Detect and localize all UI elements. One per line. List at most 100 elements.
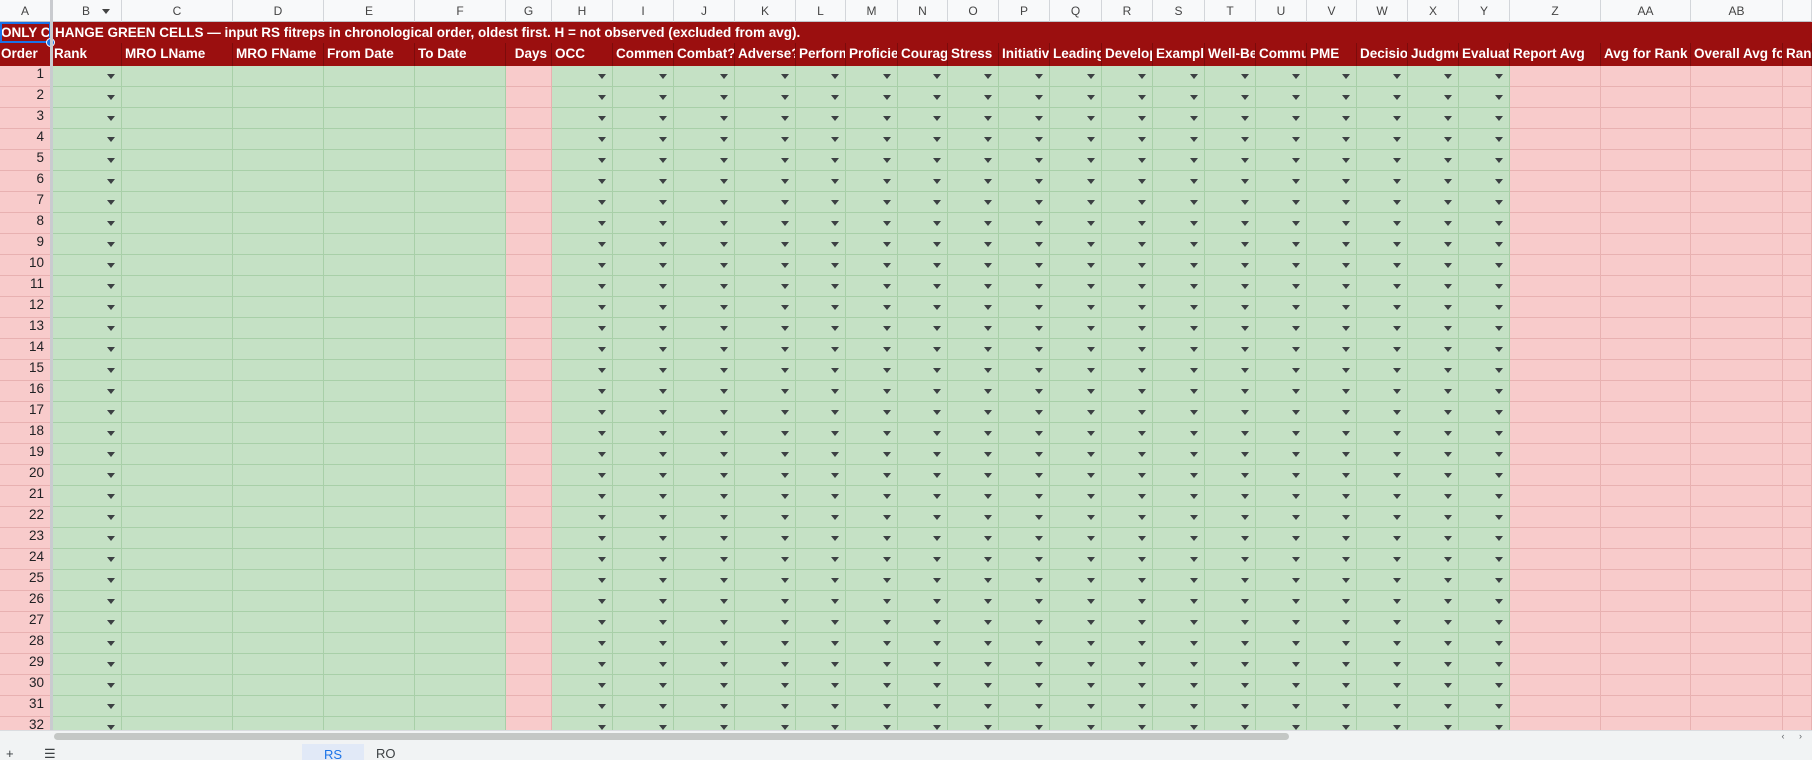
data-cell[interactable] bbox=[1050, 255, 1102, 276]
data-cell[interactable] bbox=[735, 549, 796, 570]
dropdown-arrow-icon[interactable] bbox=[1444, 683, 1452, 688]
data-cell[interactable] bbox=[415, 612, 506, 633]
data-cell[interactable] bbox=[735, 381, 796, 402]
dropdown-arrow-icon[interactable] bbox=[781, 536, 789, 541]
dropdown-arrow-icon[interactable] bbox=[1190, 452, 1198, 457]
dropdown-arrow-icon[interactable] bbox=[598, 599, 606, 604]
dropdown-arrow-icon[interactable] bbox=[1393, 284, 1401, 289]
data-cell[interactable] bbox=[898, 66, 948, 87]
dropdown-arrow-icon[interactable] bbox=[1495, 137, 1503, 142]
data-cell[interactable] bbox=[846, 276, 898, 297]
data-cell[interactable] bbox=[506, 696, 552, 717]
dropdown-arrow-icon[interactable] bbox=[659, 95, 667, 100]
data-cell[interactable] bbox=[999, 87, 1050, 108]
dropdown-arrow-icon[interactable] bbox=[720, 452, 728, 457]
data-cell[interactable] bbox=[898, 591, 948, 612]
data-cell[interactable] bbox=[1050, 381, 1102, 402]
dropdown-arrow-icon[interactable] bbox=[1444, 431, 1452, 436]
header-commen[interactable]: Commen bbox=[613, 43, 674, 66]
dropdown-arrow-icon[interactable] bbox=[933, 389, 941, 394]
data-cell[interactable] bbox=[948, 486, 999, 507]
data-cell[interactable] bbox=[1601, 570, 1691, 591]
data-cell[interactable] bbox=[1783, 717, 1812, 730]
data-cell[interactable] bbox=[1205, 486, 1256, 507]
dropdown-arrow-icon[interactable] bbox=[1292, 389, 1300, 394]
data-cell[interactable] bbox=[948, 297, 999, 318]
data-cell[interactable] bbox=[552, 675, 613, 696]
data-cell[interactable] bbox=[1408, 423, 1459, 444]
dropdown-arrow-icon[interactable] bbox=[883, 95, 891, 100]
data-cell[interactable] bbox=[1256, 318, 1307, 339]
dropdown-arrow-icon[interactable] bbox=[781, 452, 789, 457]
data-cell[interactable] bbox=[898, 402, 948, 423]
data-cell[interactable] bbox=[796, 129, 846, 150]
data-cell[interactable] bbox=[506, 423, 552, 444]
data-cell[interactable] bbox=[613, 339, 674, 360]
data-cell[interactable] bbox=[1256, 87, 1307, 108]
dropdown-arrow-icon[interactable] bbox=[1292, 557, 1300, 562]
data-cell[interactable] bbox=[1510, 717, 1601, 730]
dropdown-arrow-icon[interactable] bbox=[1241, 620, 1249, 625]
dropdown-arrow-icon[interactable] bbox=[1190, 200, 1198, 205]
dropdown-arrow-icon[interactable] bbox=[1495, 620, 1503, 625]
dropdown-arrow-icon[interactable] bbox=[1241, 200, 1249, 205]
dropdown-arrow-icon[interactable] bbox=[1035, 368, 1043, 373]
data-cell[interactable] bbox=[1601, 192, 1691, 213]
data-cell[interactable] bbox=[613, 717, 674, 730]
dropdown-arrow-icon[interactable] bbox=[720, 368, 728, 373]
data-cell[interactable] bbox=[1102, 255, 1153, 276]
header-well-be[interactable]: Well-Be bbox=[1205, 43, 1256, 66]
data-cell[interactable] bbox=[552, 234, 613, 255]
data-cell[interactable] bbox=[674, 87, 735, 108]
column-header-s[interactable]: S bbox=[1153, 0, 1205, 22]
dropdown-arrow-icon[interactable] bbox=[1495, 305, 1503, 310]
dropdown-arrow-icon[interactable] bbox=[1190, 326, 1198, 331]
data-cell[interactable] bbox=[1691, 507, 1783, 528]
data-cell[interactable] bbox=[948, 465, 999, 486]
data-cell[interactable] bbox=[1205, 549, 1256, 570]
data-cell[interactable] bbox=[1205, 591, 1256, 612]
data-cell[interactable] bbox=[1256, 276, 1307, 297]
data-cell[interactable] bbox=[415, 108, 506, 129]
data-cell[interactable] bbox=[506, 717, 552, 730]
dropdown-arrow-icon[interactable] bbox=[1035, 662, 1043, 667]
data-cell[interactable] bbox=[324, 381, 415, 402]
data-cell[interactable] bbox=[898, 213, 948, 234]
data-cell[interactable] bbox=[1408, 87, 1459, 108]
data-cell[interactable] bbox=[506, 654, 552, 675]
data-cell[interactable] bbox=[1102, 465, 1153, 486]
data-cell[interactable] bbox=[1357, 213, 1408, 234]
data-cell[interactable] bbox=[1102, 423, 1153, 444]
data-cell[interactable] bbox=[674, 444, 735, 465]
dropdown-arrow-icon[interactable] bbox=[933, 221, 941, 226]
data-cell[interactable] bbox=[1050, 444, 1102, 465]
data-cell[interactable] bbox=[999, 444, 1050, 465]
data-cell[interactable] bbox=[552, 633, 613, 654]
data-cell[interactable] bbox=[1408, 696, 1459, 717]
dropdown-arrow-icon[interactable] bbox=[883, 704, 891, 709]
data-cell[interactable] bbox=[324, 486, 415, 507]
dropdown-arrow-icon[interactable] bbox=[1393, 620, 1401, 625]
data-cell[interactable] bbox=[506, 66, 552, 87]
dropdown-arrow-icon[interactable] bbox=[107, 221, 115, 226]
data-cell[interactable] bbox=[1256, 381, 1307, 402]
dropdown-arrow-icon[interactable] bbox=[831, 578, 839, 583]
dropdown-arrow-icon[interactable] bbox=[831, 74, 839, 79]
data-cell[interactable] bbox=[1408, 549, 1459, 570]
data-cell[interactable] bbox=[1307, 633, 1357, 654]
dropdown-arrow-icon[interactable] bbox=[1393, 515, 1401, 520]
dropdown-arrow-icon[interactable] bbox=[1190, 704, 1198, 709]
dropdown-arrow-icon[interactable] bbox=[1138, 326, 1146, 331]
column-header-q[interactable]: Q bbox=[1050, 0, 1102, 22]
dropdown-arrow-icon[interactable] bbox=[883, 410, 891, 415]
data-cell[interactable] bbox=[1307, 402, 1357, 423]
data-cell[interactable] bbox=[1102, 318, 1153, 339]
dropdown-arrow-icon[interactable] bbox=[1342, 242, 1350, 247]
data-cell[interactable] bbox=[674, 654, 735, 675]
data-cell[interactable] bbox=[51, 549, 122, 570]
data-cell[interactable] bbox=[1153, 66, 1205, 87]
dropdown-arrow-icon[interactable] bbox=[933, 116, 941, 121]
data-cell[interactable] bbox=[506, 612, 552, 633]
dropdown-arrow-icon[interactable] bbox=[1495, 263, 1503, 268]
dropdown-arrow-icon[interactable] bbox=[984, 620, 992, 625]
